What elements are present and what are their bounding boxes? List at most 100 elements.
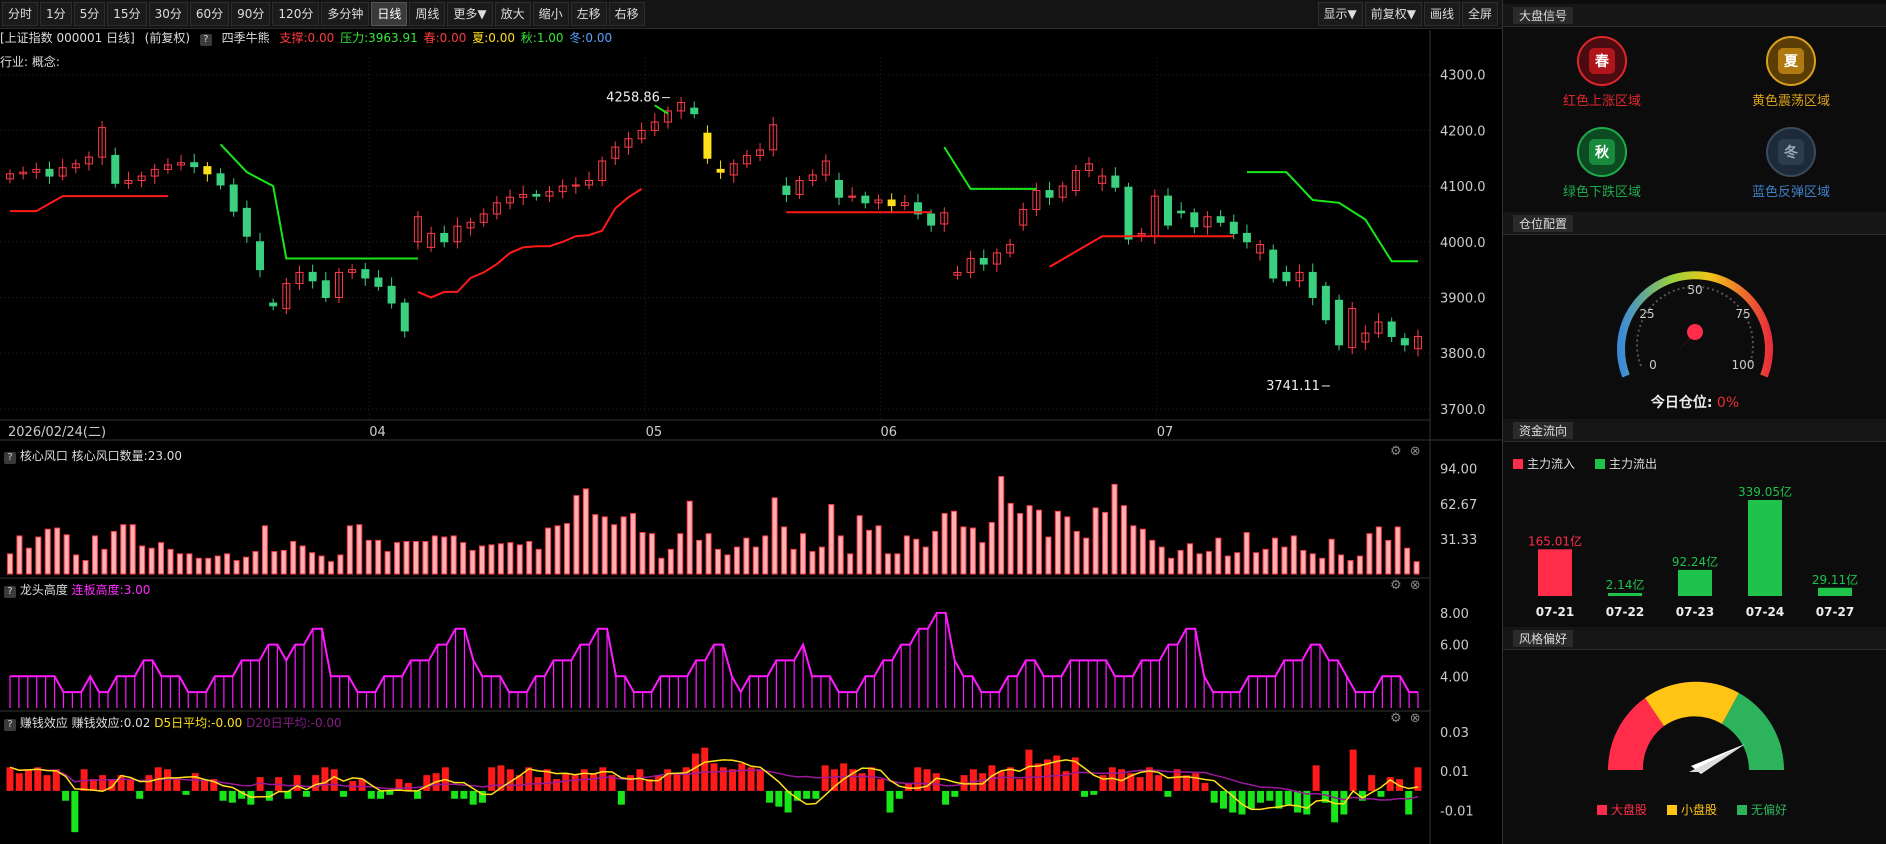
wind-bar — [922, 546, 929, 575]
y-tick-label: 3800.0 — [1440, 347, 1486, 362]
wind-bar — [554, 525, 561, 575]
wind-bar — [648, 533, 655, 575]
candle-body — [835, 180, 844, 198]
profit-bar — [228, 790, 236, 803]
wind-bar — [639, 532, 646, 575]
wind-bar — [1139, 528, 1146, 575]
y-tick-label: 4300.0 — [1440, 69, 1486, 84]
wind-bar — [762, 535, 769, 575]
wind-bar — [214, 555, 221, 575]
profit-bar — [163, 769, 171, 791]
wind-bar — [176, 553, 183, 575]
wind-bar — [828, 504, 835, 575]
wind-bar — [44, 528, 51, 575]
profit-bar — [969, 769, 977, 791]
settings-icon[interactable]: ⚙ — [1390, 578, 1402, 593]
candle-body — [1400, 338, 1409, 346]
panel-core-wind-header: ? 核心风口 核心风口数量:23.00 — [4, 447, 182, 464]
wind-bar — [1347, 560, 1354, 575]
winter-icon: 冬 — [1766, 127, 1816, 177]
profit-bar — [423, 775, 431, 791]
wind-bar — [346, 525, 353, 575]
x-tick-label: 06 — [880, 425, 897, 440]
help-icon[interactable]: ? — [4, 586, 16, 598]
wind-bar — [818, 546, 825, 575]
close-icon[interactable]: ⊗ — [1410, 444, 1421, 459]
wind-bar — [82, 560, 89, 575]
wind-bar — [101, 548, 108, 575]
signal-winter[interactable]: 冬 蓝色反弹区域 — [1716, 127, 1866, 200]
candle-body — [532, 193, 541, 197]
candle-body — [190, 162, 199, 168]
profit-bar — [664, 769, 672, 791]
candle-body — [979, 257, 988, 265]
needle-hub — [1687, 324, 1703, 340]
wind-bar — [1224, 555, 1231, 575]
position-title: 仓位配置 — [1513, 215, 1574, 232]
settings-icon[interactable]: ⚙ — [1390, 711, 1402, 726]
profit-bar — [1025, 749, 1033, 791]
wind-bar — [1300, 549, 1307, 575]
flow-bar — [1748, 500, 1782, 596]
support-line — [417, 188, 643, 299]
flow-title: 资金流向 — [1513, 422, 1574, 439]
profit-bar — [1368, 775, 1376, 791]
wind-bar — [290, 541, 297, 575]
profit-bar — [1257, 790, 1265, 803]
signal-autumn-label: 绿色下跌区域 — [1562, 185, 1641, 200]
wind-bar — [1092, 507, 1099, 575]
wind-bar — [394, 542, 401, 575]
wind-bar — [1215, 537, 1222, 575]
panel-core-wind-tools: ⚙ ⊗ — [1390, 444, 1421, 459]
signal-autumn[interactable]: 秋 绿色下跌区域 — [1527, 127, 1677, 200]
signal-summer[interactable]: 夏 黄色震荡区域 — [1716, 36, 1866, 109]
candle-body — [1335, 299, 1344, 346]
close-icon[interactable]: ⊗ — [1410, 578, 1421, 593]
profit-bar — [766, 790, 774, 803]
profit-bar — [1136, 777, 1144, 791]
wind-bar — [526, 541, 533, 575]
profit-bar — [191, 773, 199, 791]
gauge-tick: 25 — [1639, 307, 1654, 321]
wind-bar — [884, 553, 891, 575]
wind-bar — [63, 534, 70, 575]
y-tick-label: 8.00 — [1440, 607, 1469, 622]
wind-bar — [1356, 555, 1363, 575]
profit-bar — [219, 790, 227, 801]
flow-date-label: 07-27 — [1816, 605, 1854, 619]
profit-bar — [1349, 749, 1357, 791]
wind-bar — [337, 554, 344, 575]
wind-bar — [913, 538, 920, 575]
candle-body — [440, 232, 449, 243]
profit-bar — [877, 779, 885, 791]
profit-bar — [1006, 767, 1014, 791]
profit-bar — [1405, 790, 1413, 815]
wind-bar — [894, 553, 901, 575]
signal-spring[interactable]: 春 红色上涨区域 — [1527, 36, 1677, 109]
candle-body — [1269, 249, 1278, 279]
wind-bar — [1196, 553, 1203, 575]
close-icon[interactable]: ⊗ — [1410, 711, 1421, 726]
candle-body — [1242, 232, 1251, 243]
candle-body — [887, 199, 896, 207]
settings-icon[interactable]: ⚙ — [1390, 444, 1402, 459]
support-line — [10, 195, 168, 213]
help-icon[interactable]: ? — [4, 719, 16, 731]
flow-value-label: 2.14亿 — [1606, 577, 1645, 592]
high-annotation: 4258.86 — [606, 91, 660, 106]
profit-bar — [302, 790, 310, 797]
wind-bar — [799, 533, 806, 575]
candle-body — [400, 302, 409, 332]
wind-bar — [120, 524, 127, 575]
wind-bar — [582, 488, 589, 575]
help-icon[interactable]: ? — [4, 452, 16, 464]
profit-bar — [803, 790, 811, 799]
wind-bar — [1338, 554, 1345, 575]
signal-summer-label: 黄色震荡区域 — [1751, 94, 1830, 109]
wind-bar — [998, 476, 1005, 575]
wind-bar — [507, 542, 514, 575]
wind-bar — [620, 516, 627, 575]
low-annotation: 3741.11 — [1266, 379, 1320, 394]
wind-bar — [1271, 537, 1278, 575]
candle-body — [1190, 212, 1199, 228]
